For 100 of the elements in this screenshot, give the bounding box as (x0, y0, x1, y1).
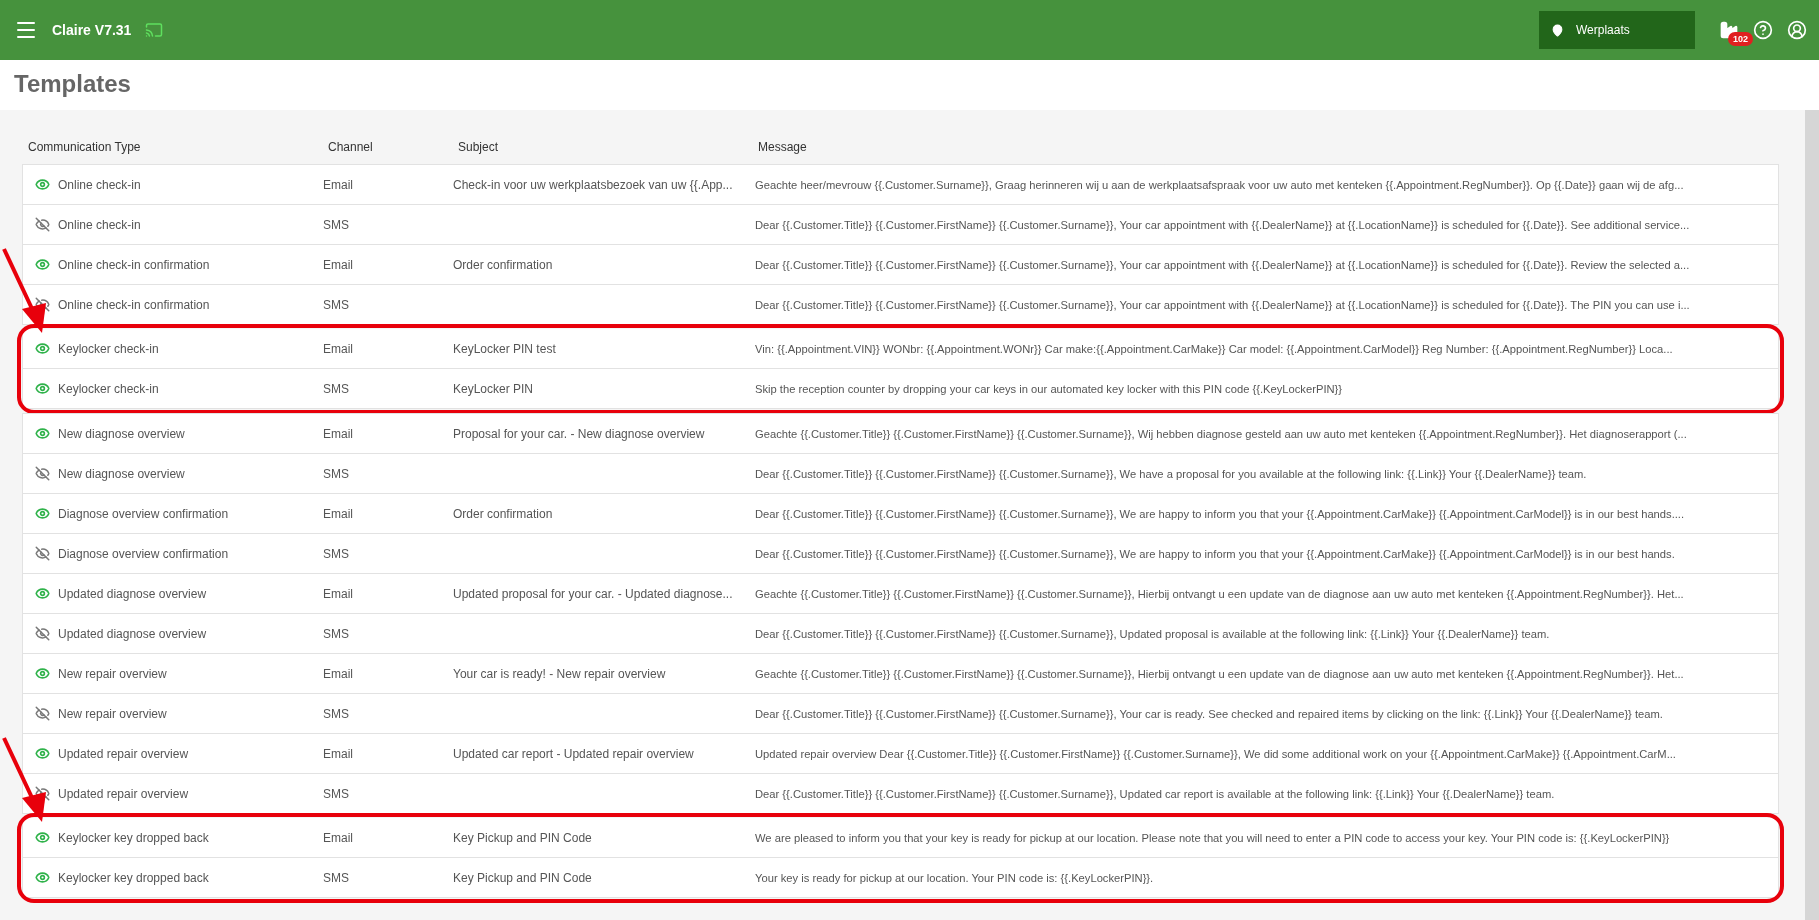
table-cell-text: Geachte heer/mevrouw {{.Customer.Surname}}, Graag herinneren wij u aan de werkplaatsafspraak voor uw auto met kenteken {{.Appointment.RegNumber}}. Op {{.Date}} gaan wij de afg... (754, 178, 1684, 191)
eye-icon[interactable] (35, 830, 50, 845)
table-cell: New repair overview (58, 666, 167, 681)
table-cell-text: Dear {{.Customer.Title}} {{.Customer.FirstName}} {{.Customer.Surname}}, Your car appointment with {{.DealerName}} at {{.LocationName}} is scheduled for {{.Date}}. The PIN you can use i... (754, 298, 1690, 311)
table-cell: New diagnose overview (58, 426, 185, 441)
table-row[interactable] (22, 534, 1779, 574)
map-pin-icon (1551, 23, 1564, 37)
app-title: Claire V7.31 (52, 22, 132, 38)
cast-button[interactable] (145, 21, 164, 39)
table-cell-text: Order confirmation (453, 257, 554, 272)
table-cell-text: SMS (323, 546, 350, 561)
table-row[interactable] (22, 329, 1779, 369)
user-button[interactable] (1787, 20, 1807, 40)
column-header: Channel (328, 140, 374, 154)
table-row[interactable] (22, 164, 1779, 205)
help-icon (1753, 20, 1773, 40)
eye-icon[interactable] (35, 257, 50, 272)
eye-off-icon[interactable] (35, 466, 50, 481)
table-cell-text: SMS (323, 786, 350, 801)
table-cell-text: Email (323, 666, 354, 681)
eye-icon[interactable] (35, 666, 50, 681)
table-row[interactable]: Keylocker check-in SMS KeyLocker PIN Skip the reception counter by dropping your car keys in our automated key locker with this PIN code {{.KeyLockerPIN}} (22, 369, 1779, 409)
location-selector[interactable]: Werplaats (1539, 11, 1695, 49)
table-cell: Online check-in confirmation (58, 297, 210, 312)
eye-icon[interactable] (35, 177, 50, 192)
table-row[interactable] (22, 574, 1779, 614)
table-cell-text: We are pleased to inform you that your key is ready for pickup at our location. Please note that you will need to enter a PIN code to access your key. Your PIN code is: {{.KeyLockerPIN}} (754, 831, 1670, 844)
column-header: Communication Type (28, 140, 142, 154)
table-cell-text: Proposal for your car. - New diagnose overview (453, 426, 706, 441)
table-cell-text: Key Pickup and PIN Code (453, 870, 593, 885)
table-cell-text: Dear {{.Customer.Title}} {{.Customer.FirstName}} {{.Customer.Surname}}, Updated car report is available at the following link: {{.Link}} Your {{.DealerName}} team. (754, 787, 1555, 800)
table-cell-text: Email (323, 586, 354, 601)
table-row[interactable] (22, 654, 1779, 694)
table-cell: Keylocker key dropped back (58, 870, 209, 885)
table-cell: Online check-in confirmation (58, 257, 210, 272)
notification-badge: 102 (1728, 32, 1754, 46)
table-cell-text: Dear {{.Customer.Title}} {{.Customer.FirstName}} {{.Customer.Surname}}, We have a proposal for you available at the following link: {{.Link}} Your {{.DealerName}} team. (754, 467, 1587, 480)
eye-icon[interactable] (35, 341, 50, 356)
table-cell: New diagnose overview (58, 466, 185, 481)
eye-off-icon[interactable] (35, 546, 50, 561)
table-cell-text: Email (323, 426, 354, 441)
table-cell-text: Dear {{.Customer.Title}} {{.Customer.FirstName}} {{.Customer.Surname}}, Your car appointment with {{.DealerName}} at {{.LocationName}} is scheduled for {{.Date}}. See additional service... (754, 218, 1690, 231)
table-cell-text: Email (323, 506, 354, 521)
eye-off-icon[interactable] (35, 706, 50, 721)
table-cell-text: Key Pickup and PIN Code (453, 830, 593, 845)
table-row[interactable]: Updated repair overview SMS Dear {{.Customer.Title}} {{.Customer.FirstName}} {{.Customer.Surname}}, Updated car report is available at the following link: {{.Link}} Your {{.DealerName}} team. (22, 774, 1779, 814)
table-cell-text: Updated proposal for your car. - Updated diagnose... (453, 586, 734, 601)
table-cell-text: SMS (323, 870, 350, 885)
table-row[interactable] (22, 413, 1779, 454)
table-row[interactable] (22, 694, 1779, 734)
table-cell-text: Your car is ready! - New repair overview (453, 666, 667, 681)
eye-off-icon[interactable] (35, 217, 50, 232)
table-cell-text: SMS (323, 381, 350, 396)
table-cell-text: Geachte {{.Customer.Title}} {{.Customer.FirstName}} {{.Customer.Surname}}, Hierbij ontvangt u een update van de diagnose aan uw auto met kenteken {{.Appointment.RegNumber}}. Het... (754, 667, 1684, 680)
table-cell-text: Dear {{.Customer.Title}} {{.Customer.FirstName}} {{.Customer.Surname}}, We are happy to inform you that your {{.Appointment.CarMake}} {{.Appointment.CarModel}} is in our best hands.... (754, 507, 1685, 520)
cast-icon (145, 21, 164, 39)
table-cell-text: Updated car report - Updated repair overview (453, 746, 695, 761)
table-cell: Updated diagnose overview (58, 626, 207, 641)
table-cell-text: Updated repair overview Dear {{.Customer.Title}} {{.Customer.FirstName}} {{.Customer.Surname}}, We did some additional work on your {{.Appointment.CarMake}} {{.Appointment.CarM... (754, 747, 1676, 760)
table-row[interactable] (22, 818, 1779, 858)
table-cell-text: Order confirmation (453, 506, 554, 521)
table-cell: Updated diagnose overview (58, 586, 207, 601)
table-cell-text: Email (323, 177, 354, 192)
help-button[interactable] (1753, 20, 1773, 40)
eye-icon[interactable] (35, 870, 50, 885)
table-cell: Diagnose overview confirmation (58, 546, 229, 561)
table-row[interactable] (22, 245, 1779, 285)
table-cell: Updated repair overview (58, 786, 189, 801)
eye-icon[interactable] (35, 381, 50, 396)
table-cell: Updated repair overview (58, 746, 189, 761)
table-row[interactable] (22, 494, 1779, 534)
table-cell-text: Dear {{.Customer.Title}} {{.Customer.FirstName}} {{.Customer.Surname}}, Your car appointment with {{.DealerName}} at {{.LocationName}} is scheduled for {{.Date}}. Review the selected a... (754, 258, 1690, 271)
table-cell-text: KeyLocker PIN test (453, 341, 557, 356)
table-cell-text: SMS (323, 466, 350, 481)
table-cell-text: KeyLocker PIN (453, 381, 535, 396)
table-row[interactable]: Updated diagnose overview SMS Dear {{.Customer.Title}} {{.Customer.FirstName}} {{.Customer.Surname}}, Updated proposal is available at the following link: {{.Link}} Your {{.DealerName}} team. (22, 614, 1779, 654)
eye-off-icon[interactable] (35, 626, 50, 641)
table-cell: Keylocker check-in (58, 381, 159, 396)
eye-icon[interactable] (35, 506, 50, 521)
table-row[interactable]: Keylocker key dropped back SMS Key Pickup and PIN Code Your key is ready for pickup at our location. Your PIN code is: {{.KeyLockerPIN}}. (22, 858, 1779, 898)
table-row[interactable] (22, 285, 1779, 325)
table-cell-text: Skip the reception counter by dropping your car keys in our automated key locker with this PIN code {{.KeyLockerPIN}} (754, 382, 1343, 395)
table-row[interactable] (22, 205, 1779, 245)
eye-icon[interactable] (35, 586, 50, 601)
table-row[interactable]: New diagnose overview SMS Dear {{.Customer.Title}} {{.Customer.FirstName}} {{.Customer.Surname}}, We have a proposal for you available at the following link: {{.Link}} Your {{.DealerName}} team. (22, 454, 1779, 494)
table-cell-text: Email (323, 257, 354, 272)
table-cell-text: Dear {{.Customer.Title}} {{.Customer.FirstName}} {{.Customer.Surname}}, We are happy to inform you that your {{.Appointment.CarMake}} {{.Appointment.CarModel}} is in our best hands. (754, 547, 1675, 560)
table-cell-text: Check-in voor uw werkplaatsbezoek van uw {{.App... (453, 177, 734, 192)
table-cell: Keylocker check-in (58, 341, 159, 356)
user-icon (1787, 20, 1807, 40)
table-cell-text: SMS (323, 297, 350, 312)
table-cell: Diagnose overview confirmation (58, 506, 229, 521)
table-cell-text: Geachte {{.Customer.Title}} {{.Customer.FirstName}} {{.Customer.Surname}}, Wij hebben diagnose gesteld aan uw auto met kenteken {{.Appointment.RegNumber}}. Het diagnoserapport (... (754, 427, 1687, 440)
eye-icon[interactable] (35, 746, 50, 761)
table-cell: Keylocker key dropped back (58, 830, 209, 845)
table-cell: New repair overview (58, 706, 167, 721)
table-cell-text: Vin: {{.Appointment.VIN}} WONbr: {{.Appointment.WONr}} Car make:{{.Appointment.CarMake}} Car model: {{.Appointment.CarModel}} Reg Number: {{.Appointment.RegNumber}} Loca... (754, 342, 1673, 355)
table-cell-text: Your key is ready for pickup at our location. Your PIN code is: {{.KeyLockerPIN}}. (754, 871, 1154, 884)
eye-icon[interactable] (35, 426, 50, 441)
table-row[interactable] (22, 734, 1779, 774)
